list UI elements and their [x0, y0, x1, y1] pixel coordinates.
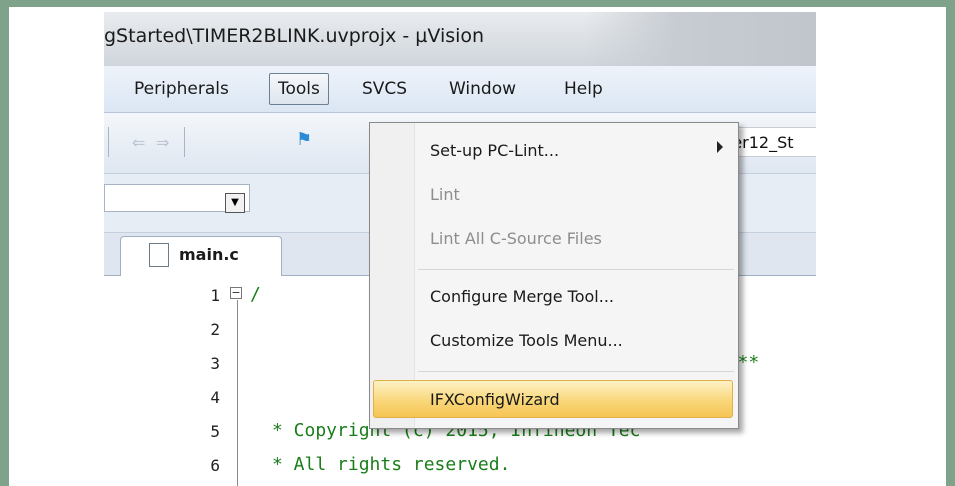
back-arrow-icon[interactable]: ⇐ [132, 133, 145, 152]
line-number: 6 [210, 456, 220, 475]
menu-peripherals[interactable]: Peripherals [134, 79, 229, 99]
code-line: * All rights reserved. [272, 454, 511, 475]
menu-separator [418, 269, 734, 270]
fold-collapse-icon[interactable]: − [230, 287, 242, 299]
chevron-down-icon[interactable]: ▼ [225, 193, 245, 213]
menu-item-lint: Lint [430, 185, 460, 204]
tools-menu-dropdown: Set-up PC-Lint... Lint Lint All C-Source… [369, 122, 739, 429]
file-icon [149, 243, 169, 267]
menu-item-setup-pc-lint[interactable]: Set-up PC-Lint... [430, 141, 559, 160]
line-number-gutter: 1 2 3 4 5 6 [104, 276, 224, 486]
menu-separator [418, 371, 734, 372]
forward-arrow-icon[interactable]: ⇒ [156, 133, 169, 152]
code-line: / [250, 284, 261, 305]
title-bar: gStarted\TIMER2BLINK.uvprojx - µVision [104, 12, 816, 66]
menu-bar: Peripherals Tools SVCS Window Help [104, 66, 816, 113]
toolbar-separator [108, 127, 109, 157]
line-number: 3 [210, 354, 220, 373]
menu-item-customize-tools-menu[interactable]: Customize Tools Menu... [430, 331, 623, 350]
submenu-arrow-icon [717, 141, 723, 153]
menu-tools[interactable]: Tools [269, 73, 329, 105]
flag-icon[interactable]: ⚑ [296, 129, 312, 150]
title-bar-glass [584, 12, 816, 66]
menu-item-lint-all: Lint All C-Source Files [430, 229, 602, 248]
menu-help[interactable]: Help [564, 79, 603, 99]
fold-guide [237, 300, 238, 486]
combo-box[interactable]: ▼ [104, 184, 250, 213]
menu-item-configure-merge-tool[interactable]: Configure Merge Tool... [430, 287, 614, 306]
menu-svcs[interactable]: SVCS [362, 79, 407, 99]
menu-window[interactable]: Window [449, 79, 516, 99]
tab-main-c[interactable]: main.c [120, 236, 282, 276]
menu-item-ifxconfigwizard[interactable]: IFXConfigWizard [430, 390, 560, 409]
line-number: 1 [210, 286, 220, 305]
line-number: 4 [210, 388, 220, 407]
window-title: gStarted\TIMER2BLINK.uvprojx - µVision [104, 25, 485, 47]
toolbar-separator [184, 127, 185, 157]
line-number: 2 [210, 320, 220, 339]
tab-label: main.c [179, 245, 239, 264]
uvision-window: gStarted\TIMER2BLINK.uvprojx - µVision P… [104, 12, 816, 486]
line-number: 5 [210, 422, 220, 441]
